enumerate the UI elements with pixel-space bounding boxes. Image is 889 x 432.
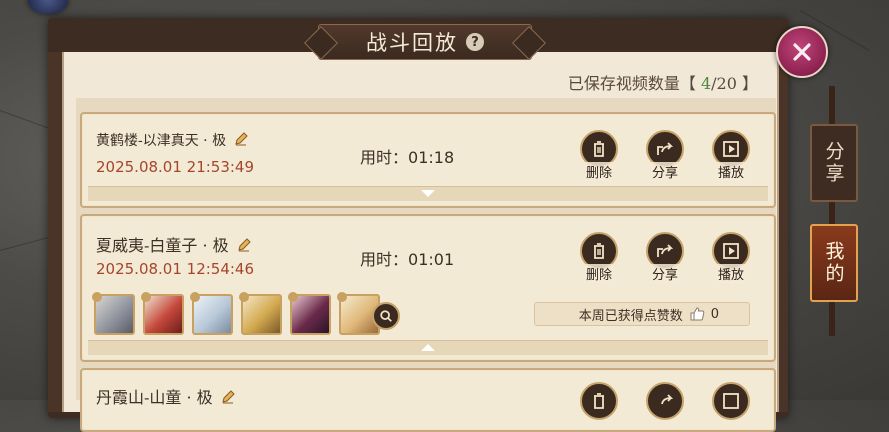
play-button[interactable] xyxy=(712,382,750,420)
shikigami-portrait[interactable] xyxy=(92,292,135,335)
share-icon xyxy=(646,382,684,420)
help-icon[interactable]: ? xyxy=(466,33,484,51)
duration-value: 01:18 xyxy=(408,148,455,167)
duration-label: 用时： xyxy=(360,250,409,269)
likes-box: 本周已获得点赞数 0 xyxy=(534,302,750,326)
replay-entry[interactable]: 黄鹤楼-以津真天 · 极 2025.08.01 21:53:49 用时：01:1… xyxy=(80,112,776,208)
tab-share[interactable]: 分享 xyxy=(810,124,858,202)
shikigami-portrait[interactable] xyxy=(288,292,331,335)
entry-name: 丹霞山-山童 · 极 xyxy=(96,388,213,407)
team-lineup xyxy=(92,292,380,335)
share-button[interactable]: 分享 xyxy=(646,130,684,181)
delete-label: 删除 xyxy=(584,264,613,283)
delete-label: 删除 xyxy=(584,162,613,181)
delete-button[interactable]: 删除 xyxy=(580,130,618,181)
play-icon xyxy=(712,382,750,420)
title-plate: 战斗回放 ? xyxy=(318,24,532,60)
thumbs-up-icon[interactable] xyxy=(689,306,705,322)
entry-duration: 用时：01:18 xyxy=(360,144,454,168)
bracket-open: 【 xyxy=(679,74,696,93)
entry-duration: 用时：01:01 xyxy=(360,246,454,270)
saved-count-label: 已保存视频数量 xyxy=(567,74,680,93)
entry-actions: 删除 分享 播放 xyxy=(580,232,750,283)
close-icon xyxy=(793,43,811,61)
share-button[interactable] xyxy=(646,382,684,420)
collapse-toggle[interactable] xyxy=(88,340,768,355)
edit-name-icon[interactable] xyxy=(233,131,249,147)
search-icon xyxy=(380,310,392,322)
background-crack xyxy=(0,237,49,251)
likes-label: 本周已获得点赞数 xyxy=(578,308,683,324)
replay-entry[interactable]: 夏威夷-白童子 · 极 2025.08.01 12:54:46 用时：01:01… xyxy=(80,214,776,362)
play-label: 播放 xyxy=(716,264,745,283)
page-title: 战斗回放 xyxy=(366,31,458,55)
edit-name-icon[interactable] xyxy=(220,389,236,405)
share-button[interactable]: 分享 xyxy=(646,232,684,283)
trash-icon xyxy=(580,382,618,420)
share-label: 分享 xyxy=(650,264,679,283)
close-button[interactable] xyxy=(776,26,828,78)
lineup-search-button[interactable] xyxy=(372,302,400,330)
top-orb-decoration xyxy=(28,0,68,14)
delete-button[interactable] xyxy=(580,382,618,420)
entry-name: 黄鹤楼-以津真天 · 极 xyxy=(96,133,227,149)
share-label: 分享 xyxy=(650,162,679,181)
saved-count-current: 4 xyxy=(700,74,712,93)
shikigami-portrait[interactable] xyxy=(190,292,233,335)
panel-rail-left xyxy=(48,52,62,412)
expand-toggle[interactable] xyxy=(88,186,768,201)
entry-date: 2025.08.01 12:54:46 xyxy=(96,260,255,278)
entry-name-row: 夏威夷-白童子 · 极 xyxy=(96,232,252,256)
entry-date: 2025.08.01 21:53:49 xyxy=(96,158,255,176)
edit-name-icon[interactable] xyxy=(236,237,252,253)
saved-count-max: 20 xyxy=(716,74,737,93)
replay-entry[interactable]: 丹霞山-山童 · 极 xyxy=(80,368,776,432)
entry-name: 夏威夷-白童子 · 极 xyxy=(96,236,229,255)
entry-name-row: 黄鹤楼-以津真天 · 极 xyxy=(96,130,249,150)
duration-value: 01:01 xyxy=(408,250,455,269)
play-button[interactable]: 播放 xyxy=(712,130,750,181)
duration-label: 用时： xyxy=(360,148,409,167)
bracket-close: 】 xyxy=(741,74,758,93)
play-button[interactable]: 播放 xyxy=(712,232,750,283)
entry-name-row: 丹霞山-山童 · 极 xyxy=(96,384,236,408)
delete-button[interactable]: 删除 xyxy=(580,232,618,283)
shikigami-portrait[interactable] xyxy=(239,292,282,335)
chevron-down-icon xyxy=(421,190,435,197)
chevron-up-icon xyxy=(421,344,435,351)
likes-count: 0 xyxy=(710,306,719,322)
entry-actions xyxy=(580,382,750,420)
shikigami-portrait[interactable] xyxy=(141,292,184,335)
saved-video-count: 已保存视频数量【 4/20 】 xyxy=(568,70,758,94)
play-label: 播放 xyxy=(716,162,745,181)
tab-mine[interactable]: 我的 xyxy=(810,224,858,302)
entry-actions: 删除 分享 播放 xyxy=(580,130,750,181)
